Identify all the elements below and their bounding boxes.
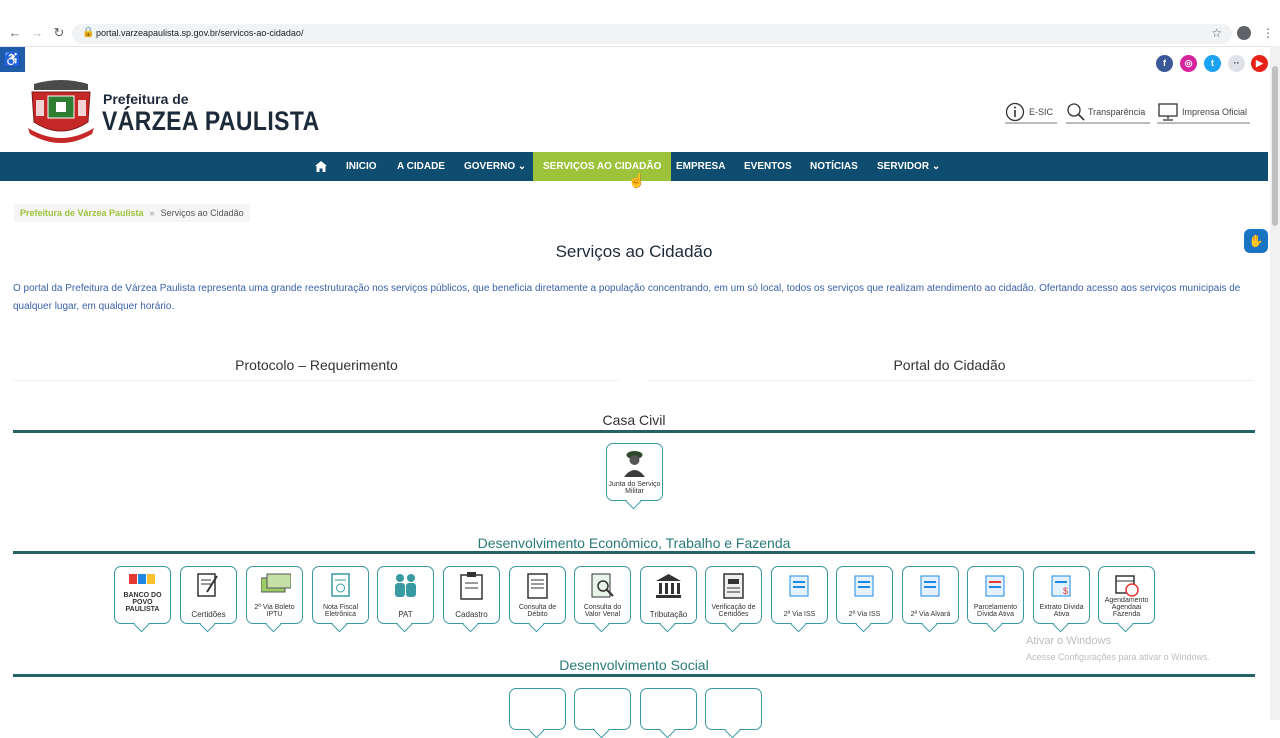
scrollbar-thumb[interactable] — [1272, 66, 1278, 226]
page-intro: O portal da Prefeitura de Várzea Paulist… — [13, 283, 1241, 312]
forms-icon — [920, 575, 940, 597]
chevron-down-icon: ⌄ — [931, 161, 941, 172]
tile-verificacao-certidoes[interactable]: Verificação de Certidões — [705, 566, 762, 624]
brand-title: VÁRZEA PAULISTA — [102, 106, 320, 136]
section-title-casa-civil: Casa Civil — [602, 412, 666, 428]
money-bills-icon — [261, 573, 291, 593]
esic-link[interactable]: E-SIC — [1005, 102, 1057, 124]
youtube-icon[interactable]: ▶ — [1251, 55, 1268, 72]
people-group-icon — [395, 574, 416, 597]
lock-icon: 🔒 — [82, 27, 95, 38]
nav-empresa[interactable]: EMPRESA — [676, 152, 725, 181]
clipboard-icon — [460, 572, 483, 600]
forms-icon — [854, 575, 874, 597]
monitor-icon — [1158, 103, 1178, 121]
tile-social-1[interactable] — [509, 688, 566, 730]
bank-building-icon — [656, 574, 681, 598]
document-search-icon — [591, 573, 614, 598]
nav-noticias[interactable]: NOTÍCIAS — [810, 152, 858, 181]
breadcrumb-separator: » — [149, 208, 155, 218]
back-arrow-icon[interactable]: ← — [8, 26, 22, 40]
reload-icon[interactable]: ↻ — [52, 26, 66, 40]
forward-arrow-icon[interactable]: → — [30, 26, 44, 40]
facebook-icon[interactable]: f — [1156, 55, 1173, 72]
tile-2via-iss-2[interactable]: 2ª Via ISS — [836, 566, 893, 624]
tile-tributacao[interactable]: Tributação — [640, 566, 697, 624]
instagram-icon[interactable]: ◎ — [1180, 55, 1197, 72]
twitter-icon[interactable]: t — [1204, 55, 1221, 72]
section-divider — [13, 551, 1255, 554]
transparencia-link[interactable]: Transparência — [1066, 102, 1150, 124]
nav-eventos[interactable]: EVENTOS — [744, 152, 792, 181]
tile-extrato-divida-ativa[interactable]: $ Extrato Dívida Ativa — [1033, 566, 1090, 624]
imprensa-oficial-link[interactable]: Imprensa Oficial — [1157, 102, 1250, 124]
chevron-down-icon: ⌄ — [517, 161, 527, 172]
forms-icon — [789, 575, 809, 597]
info-icon — [1005, 102, 1025, 122]
nav-servicos-ao-cidadao[interactable]: SERVIÇOS AO CIDADÃO — [533, 152, 672, 181]
nav-inicio[interactable]: INICIO — [346, 152, 377, 181]
home-icon[interactable] — [315, 161, 327, 172]
nav-a-cidade[interactable]: A CIDADE — [397, 152, 445, 181]
nav-servidor[interactable]: SERVIDOR ⌄ — [877, 152, 940, 181]
breadcrumb: Prefeitura de Várzea Paulista » Serviços a… — [14, 204, 250, 222]
city-crest-logo[interactable] — [26, 78, 96, 146]
calendar-clock-icon — [1115, 575, 1139, 597]
address-bar[interactable]: 🔒 portal.varzeapaulista.sp.gov.br/servic… — [72, 24, 1232, 44]
protocolo-requerimento-button[interactable]: Protocolo – Requerimento — [14, 352, 619, 381]
tile-nota-fiscal-eletronica[interactable]: Nota Fiscal Eletrônica — [312, 566, 369, 624]
search-icon — [1067, 103, 1085, 121]
flickr-icon[interactable]: ·· — [1228, 55, 1245, 72]
hand-cursor-icon: ☝ — [628, 172, 646, 188]
tile-social-4[interactable] — [705, 688, 762, 730]
forms-icon — [985, 575, 1005, 597]
browser-chrome: ← → ↻ 🔒 portal.varzeapaulista.sp.gov.br/… — [0, 0, 1280, 47]
tile-social-2[interactable] — [574, 688, 631, 730]
svg-text:$: $ — [1063, 586, 1068, 596]
browser-menu-icon[interactable]: ⋮ — [1262, 26, 1274, 40]
banco-do-povo-logo-icon — [129, 574, 155, 584]
tile-agendamento-fazenda[interactable]: Agendamento Agendaai Fazenda — [1098, 566, 1155, 624]
url-text[interactable]: portal.varzeapaulista.sp.gov.br/servicos… — [96, 28, 303, 38]
tile-parcelamento-divida-ativa[interactable]: Parcelamento Dívida Ativa — [967, 566, 1024, 624]
breadcrumb-current: Serviços ao Cidadão — [160, 208, 244, 218]
tile-consulta-valor-venal[interactable]: Consulta do Valor Venal — [574, 566, 631, 624]
portal-do-cidadao-button[interactable]: Portal do Cidadão — [647, 352, 1252, 381]
tile-banco-do-povo[interactable]: BANCO DO POVO PAULISTA — [114, 566, 171, 624]
forms-money-icon: $ — [1051, 575, 1071, 597]
tile-2via-alvara[interactable]: 2ª Via Alvará — [902, 566, 959, 624]
document-list-icon — [527, 573, 548, 599]
bookmark-star-icon[interactable]: ☆ — [1211, 26, 1222, 40]
brand-subtitle: Prefeitura de — [103, 91, 189, 107]
document-pen-icon — [197, 573, 218, 597]
sign-language-icon[interactable]: ✋ — [1244, 229, 1268, 253]
page-scrollbar[interactable] — [1270, 46, 1280, 720]
tile-2via-boleto-iptu[interactable]: 2ª Via Boleto IPTU — [246, 566, 303, 624]
section-title-desenvolvimento-economico: Desenvolvimento Econômico, Trabalho e Fa… — [477, 535, 791, 551]
breadcrumb-home-link[interactable]: Prefeitura de Várzea Paulista — [20, 208, 144, 218]
soldier-icon — [624, 451, 645, 477]
document-stamp-icon — [723, 573, 744, 599]
section-divider — [13, 674, 1255, 677]
tile-social-3[interactable] — [640, 688, 697, 730]
tile-2via-iss[interactable]: 2ª Via ISS — [771, 566, 828, 624]
page-title: Serviços ao Cidadão — [555, 242, 713, 261]
receipt-icon — [331, 573, 350, 597]
profile-avatar-icon[interactable] — [1237, 26, 1251, 40]
nav-governo[interactable]: GOVERNO ⌄ — [464, 152, 526, 181]
accessibility-icon[interactable]: ♿ — [0, 47, 25, 72]
windows-activation-watermark: Ativar o Windows Acesse Configurações pa… — [1026, 635, 1211, 662]
tile-cadastro[interactable]: Cadastro — [443, 566, 500, 624]
tile-junta-servico-militar[interactable]: Junta do Serviço Militar — [606, 443, 663, 501]
tile-consulta-debito[interactable]: Consulta de Débito — [509, 566, 566, 624]
tile-certidoes[interactable]: Certidões — [180, 566, 237, 624]
tile-pat[interactable]: PAT — [377, 566, 434, 624]
section-divider — [13, 430, 1255, 433]
